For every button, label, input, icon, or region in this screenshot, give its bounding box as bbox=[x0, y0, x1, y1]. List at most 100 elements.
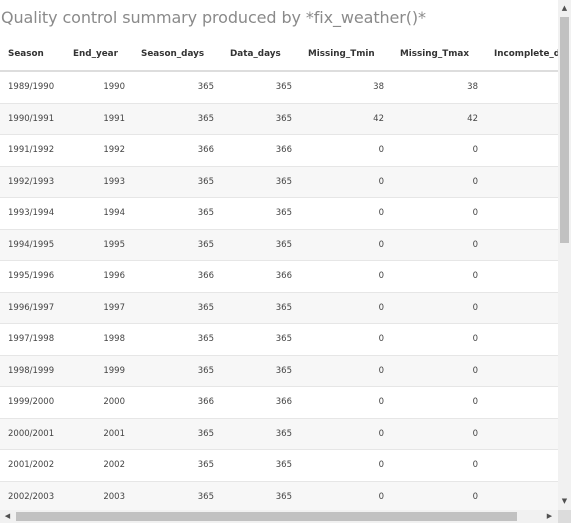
vertical-scroll-thumb[interactable] bbox=[560, 17, 569, 243]
table-cell: 365 bbox=[214, 417, 292, 450]
table-cell: 0 bbox=[478, 291, 558, 324]
table-cell: 365 bbox=[214, 197, 292, 229]
table-cell: 2000 bbox=[65, 386, 125, 418]
table-cell: 1991/1992 bbox=[0, 134, 65, 166]
table-row: 1999/200020003663660001( bbox=[0, 386, 558, 418]
table-cell: 1998 bbox=[65, 323, 125, 355]
scroll-right-arrow-icon[interactable]: ▶ bbox=[543, 510, 556, 523]
horizontal-scrollbar[interactable]: ◀ ▶ bbox=[0, 510, 558, 523]
table-cell: 365 bbox=[214, 165, 292, 198]
table-cell: 0 bbox=[478, 354, 558, 387]
table-cell: 0 bbox=[384, 228, 478, 261]
scroll-up-arrow-icon[interactable]: ▲ bbox=[558, 2, 571, 15]
table-cell: 0 bbox=[478, 480, 558, 510]
table-cell: 1989/1990 bbox=[8, 82, 55, 93]
table-cell: 0 bbox=[292, 386, 384, 418]
table-cell: 42 bbox=[292, 102, 384, 135]
table-cell: 0 bbox=[384, 449, 478, 481]
table-cell: 1990/1991 bbox=[0, 102, 65, 135]
table-cell: 42 bbox=[478, 102, 558, 135]
table-cell: 1992 bbox=[65, 134, 125, 166]
column-header-missing-tmin[interactable]: Missing_Tmin bbox=[292, 38, 384, 72]
table-cell: 365 bbox=[125, 165, 214, 198]
table-cell: 1994/1995 bbox=[0, 228, 65, 261]
table-cell: 365 bbox=[125, 354, 214, 387]
table-cell: 0 bbox=[292, 134, 384, 166]
table-row: 1997/199819983653650001( bbox=[0, 323, 558, 355]
table-cell: 365 bbox=[275, 82, 292, 93]
table-cell: 0 bbox=[384, 354, 478, 387]
table-cell: 1993 bbox=[65, 165, 125, 198]
table-cell: 0 bbox=[478, 417, 558, 450]
table-cell: 2000/2001 bbox=[0, 417, 65, 450]
table-cell: 2002 bbox=[65, 449, 125, 481]
table-cell: 1999 bbox=[65, 354, 125, 387]
column-header-end-year[interactable]: End_year bbox=[65, 38, 125, 72]
table-cell: 1996/1997 bbox=[0, 291, 65, 324]
table-cell: 0 bbox=[478, 165, 558, 198]
table-cell: 0 bbox=[292, 260, 384, 292]
table-cell: 0 bbox=[384, 197, 478, 229]
horizontal-scroll-thumb[interactable] bbox=[16, 512, 517, 521]
table-cell: 38 bbox=[373, 82, 384, 93]
table-row: 1992/199319933653650001( bbox=[0, 165, 558, 198]
column-header-season[interactable]: Season bbox=[0, 38, 65, 72]
vertical-scrollbar[interactable]: ▲ ▼ bbox=[558, 0, 571, 510]
table-cell: 0 bbox=[292, 480, 384, 510]
table-cell: 0 bbox=[292, 449, 384, 481]
table-cell: 1995 bbox=[65, 228, 125, 261]
table-cell: 0 bbox=[292, 228, 384, 261]
table-cell: 0 bbox=[292, 197, 384, 229]
table-row: 2002/200320033653650001( bbox=[0, 480, 558, 510]
table-cell: 0 bbox=[478, 197, 558, 229]
table-cell: 2002/2003 bbox=[0, 480, 65, 510]
table-cell: 365 bbox=[125, 291, 214, 324]
table-viewport[interactable]: Season End_year Season_days Data_days Missin… bbox=[0, 38, 558, 510]
table-cell: 365 bbox=[197, 82, 214, 93]
table-row: 1998/199919993653650001( bbox=[0, 354, 558, 387]
table-cell: 365 bbox=[125, 449, 214, 481]
table-cell: 366 bbox=[214, 386, 292, 418]
table-cell: 0 bbox=[384, 480, 478, 510]
table-cell: 2001/2002 bbox=[0, 449, 65, 481]
table-header-row: Season End_year Season_days Data_days Missin… bbox=[0, 38, 558, 72]
scroll-down-arrow-icon[interactable]: ▼ bbox=[558, 495, 571, 508]
table-cell: 1991 bbox=[65, 102, 125, 135]
table-cell: 1997/1998 bbox=[0, 323, 65, 355]
table-cell: 1992/1993 bbox=[0, 165, 65, 198]
scroll-left-arrow-icon[interactable]: ◀ bbox=[1, 510, 14, 523]
quality-control-table: Season End_year Season_days Data_days Missin… bbox=[0, 38, 558, 510]
table-cell: 0 bbox=[384, 134, 478, 166]
table-cell: 1998/1999 bbox=[0, 354, 65, 387]
table-row: 1994/199519953653650001( bbox=[0, 228, 558, 261]
table-cell: 0 bbox=[384, 291, 478, 324]
table-cell: 0 bbox=[292, 354, 384, 387]
table-caption: Quality control summary produced by *fix… bbox=[1, 8, 426, 27]
table-cell: 365 bbox=[214, 228, 292, 261]
table-cell: 42 bbox=[384, 102, 478, 135]
table-cell: 1993/1994 bbox=[0, 197, 65, 229]
table-cell: 0 bbox=[478, 323, 558, 355]
table-cell: 366 bbox=[125, 386, 214, 418]
table-cell: 0 bbox=[478, 228, 558, 261]
table-cell: 365 bbox=[125, 228, 214, 261]
table-cell: 38 bbox=[467, 82, 478, 93]
column-header-data-days[interactable]: Data_days bbox=[214, 38, 292, 72]
table-cell: 365 bbox=[214, 449, 292, 481]
table-row: 1996/199719973653650001( bbox=[0, 291, 558, 324]
column-header-missing-tmax[interactable]: Missing_Tmax bbox=[384, 38, 478, 72]
table-row: 1995/199619963663660001( bbox=[0, 260, 558, 292]
table-cell: 0 bbox=[478, 260, 558, 292]
table-cell: 0 bbox=[384, 165, 478, 198]
column-header-incomplete-days[interactable]: Incomplete_days bbox=[478, 38, 558, 72]
table-cell: 365 bbox=[125, 480, 214, 510]
table-cell: 1990 bbox=[103, 82, 125, 93]
table-cell: 365 bbox=[214, 354, 292, 387]
table-cell: 0 bbox=[292, 417, 384, 450]
column-header-season-days[interactable]: Season_days bbox=[125, 38, 214, 72]
table-row: 1989/19901990365365383838( bbox=[0, 71, 558, 103]
table-cell: 366 bbox=[125, 134, 214, 166]
table-cell: 2001 bbox=[65, 417, 125, 450]
table-cell: 2003 bbox=[65, 480, 125, 510]
table-row: 1990/19911991365365424242( bbox=[0, 102, 558, 135]
